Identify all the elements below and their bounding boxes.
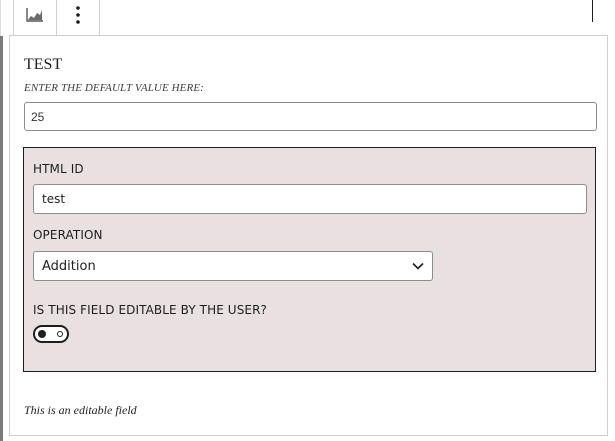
editable-label: IS THIS FIELD EDITABLE BY THE USER? (33, 303, 268, 317)
chevron-down-icon (412, 257, 424, 275)
chart-area-icon (25, 7, 45, 28)
block-title: TEST (24, 56, 63, 73)
more-options-button[interactable] (57, 0, 99, 35)
custom-field-block[interactable]: TEST ENTER THE DEFAULT VALUE HERE: HTML … (9, 35, 608, 436)
operation-selected-value: Addition (42, 258, 96, 274)
editable-toggle[interactable] (33, 325, 69, 343)
editable-note: This is an editable field (24, 403, 137, 417)
toggle-knob (38, 330, 46, 338)
html-id-label: HTML ID (33, 162, 84, 176)
block-toolbar (13, 0, 100, 35)
vertical-ellipsis-icon (75, 5, 81, 30)
operation-select[interactable]: Addition (33, 251, 433, 281)
operation-label: OPERATION (33, 228, 103, 242)
default-value-label: ENTER THE DEFAULT VALUE HERE: (24, 82, 204, 94)
html-id-input[interactable] (33, 184, 587, 214)
editor-edge-top (0, 0, 1, 36)
toggle-off-indicator (57, 331, 63, 337)
settings-panel: HTML ID OPERATION Addition IS THIS FIELD… (23, 147, 596, 372)
block-type-button[interactable] (14, 0, 57, 35)
editor-edge-line (0, 36, 3, 441)
divider (592, 0, 593, 22)
default-value-input[interactable] (24, 102, 597, 131)
